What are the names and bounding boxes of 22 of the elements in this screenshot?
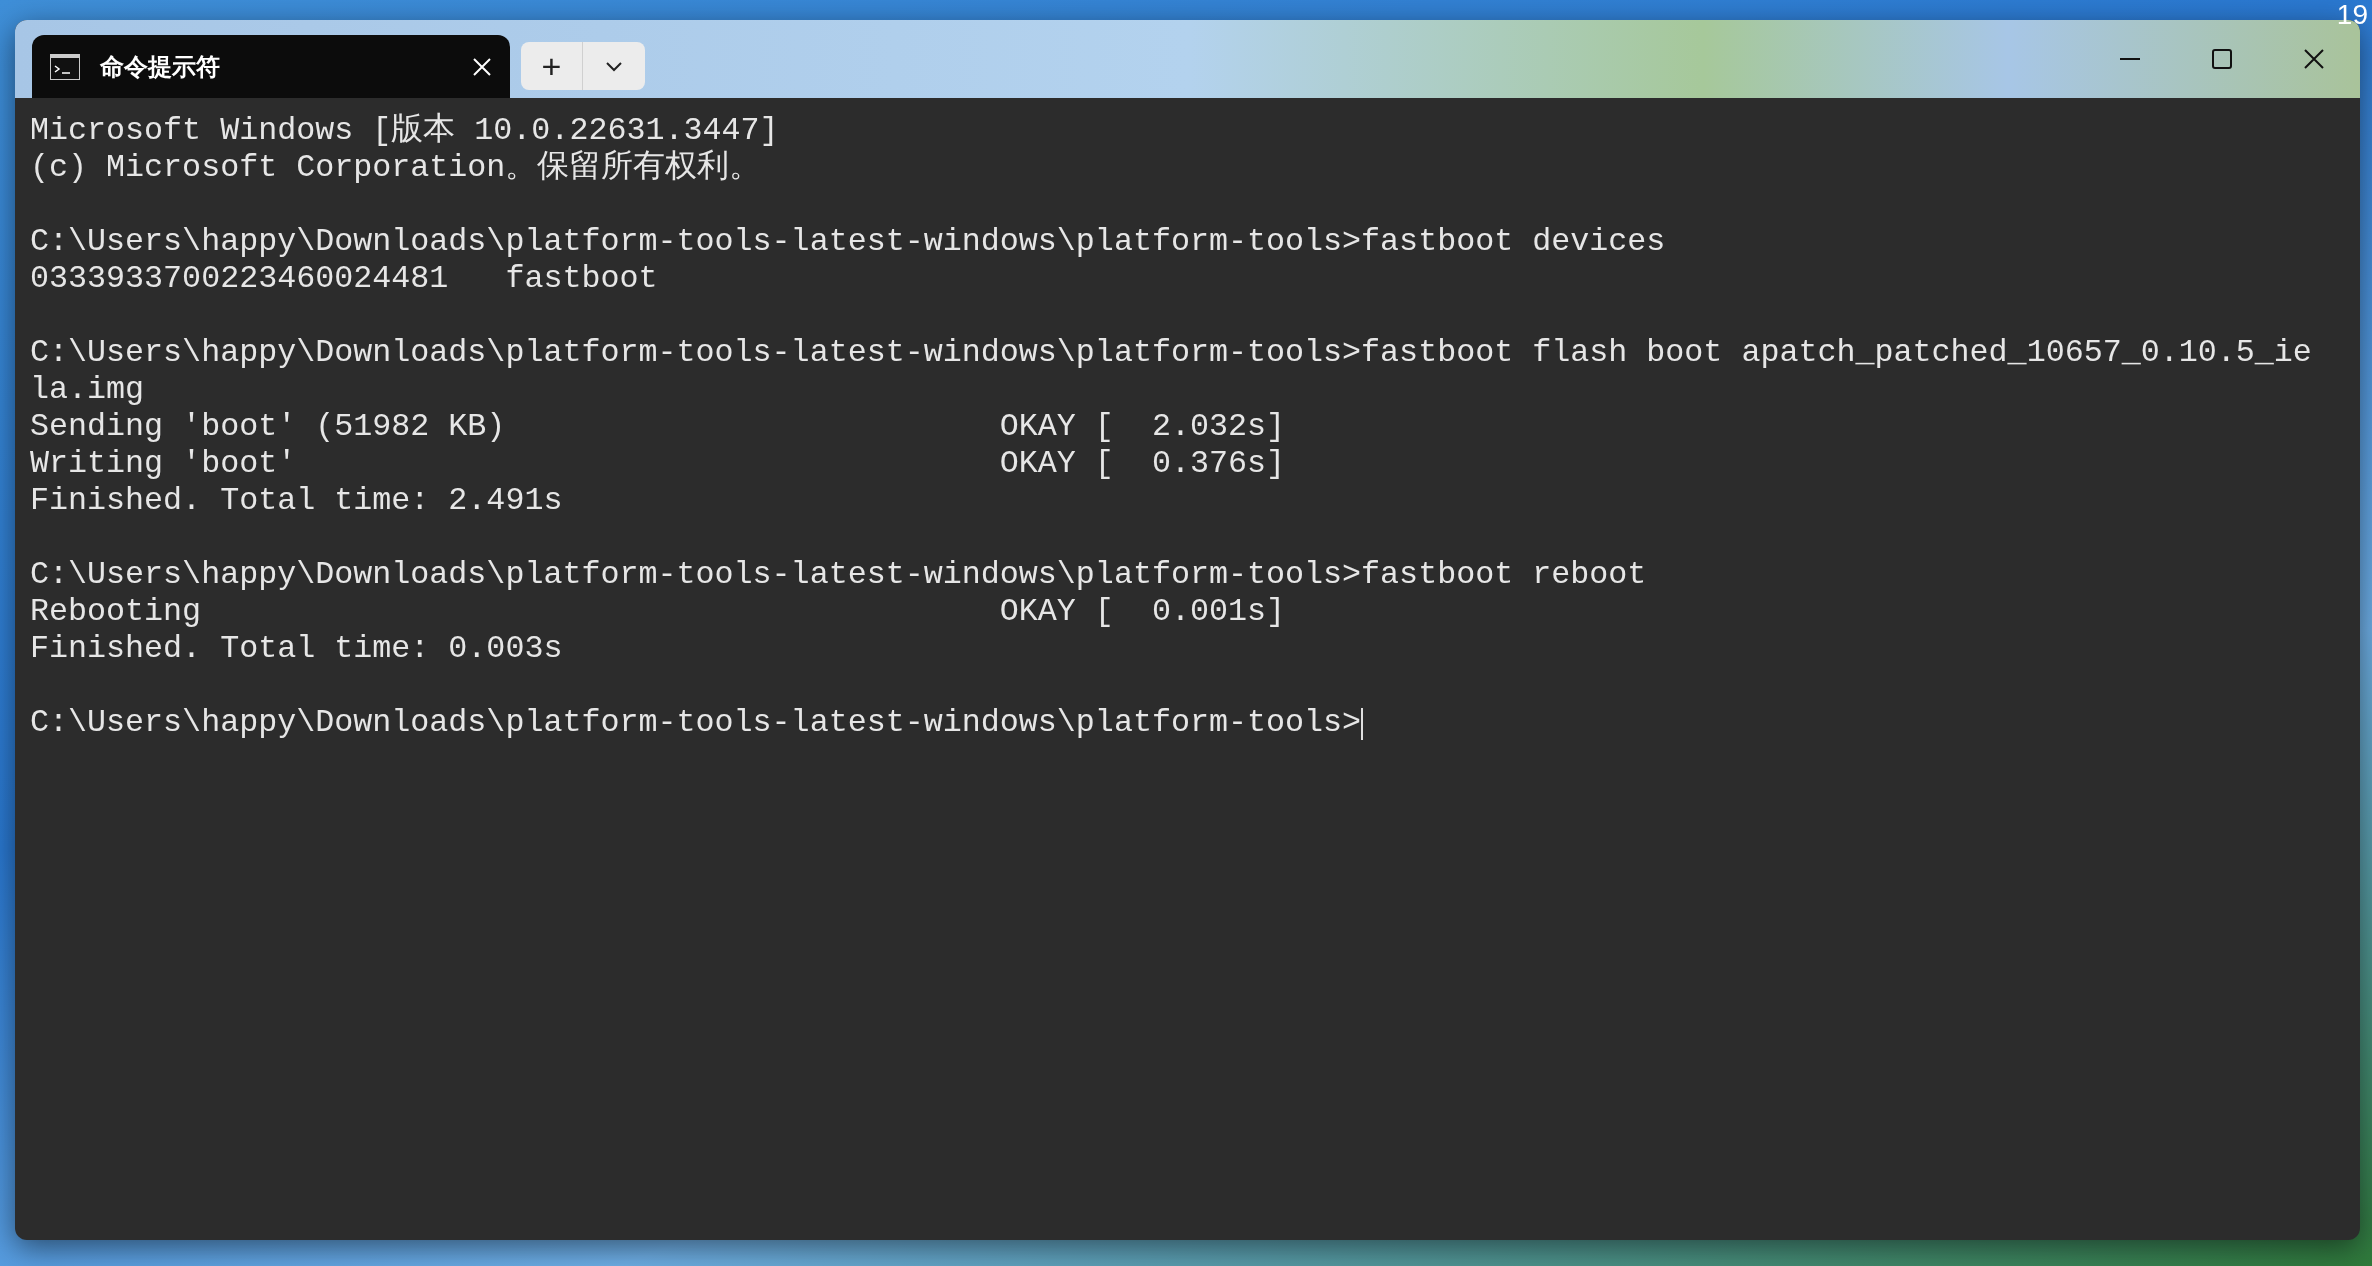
terminal-line: Rebooting OKAY [ 0.001s]	[30, 594, 1286, 631]
terminal-line: Writing 'boot' OKAY [ 0.376s]	[30, 446, 1286, 483]
terminal-line: C:\Users\happy\Downloads\platform-tools-latest-windows\platform-tools>fastboot flash boot apatch_patched_10657_0.10.5_ie	[30, 335, 2312, 372]
terminal-line: Finished. Total time: 2.491s	[30, 483, 563, 520]
maximize-icon	[2212, 49, 2232, 69]
terminal-icon	[50, 53, 80, 80]
close-icon[interactable]	[472, 56, 492, 77]
tab-title: 命令提示符	[100, 51, 221, 82]
close-icon	[2304, 49, 2324, 69]
minimize-icon	[2120, 58, 2140, 60]
terminal-line: la.img	[30, 372, 145, 409]
command-prompt: C:\Users\happy\Downloads\platform-tools-latest-windows\platform-tools>	[30, 705, 1362, 742]
terminal-line: Sending 'boot' (51982 KB) OKAY [ 2.032s]	[30, 409, 1286, 446]
chevron-down-icon	[605, 60, 623, 72]
clock-text: 19	[2336, 0, 2368, 32]
terminal-line: C:\Users\happy\Downloads\platform-tools-latest-windows\platform-tools>fastboot reboot	[30, 557, 1647, 594]
terminal-line: (c) Microsoft Corporation。保留所有权利。	[30, 150, 762, 187]
terminal-line: Microsoft Windows [版本 10.0.22631.3447]	[30, 113, 779, 149]
terminal-line: Finished. Total time: 0.003s	[30, 631, 563, 668]
terminal-line: C:\Users\happy\Downloads\platform-tools-latest-windows\platform-tools>fastboot devices	[30, 224, 1666, 261]
terminal-line: 0333933700223460024481 fastboot	[30, 261, 658, 298]
tab[interactable]: 命令提示符	[32, 35, 510, 98]
